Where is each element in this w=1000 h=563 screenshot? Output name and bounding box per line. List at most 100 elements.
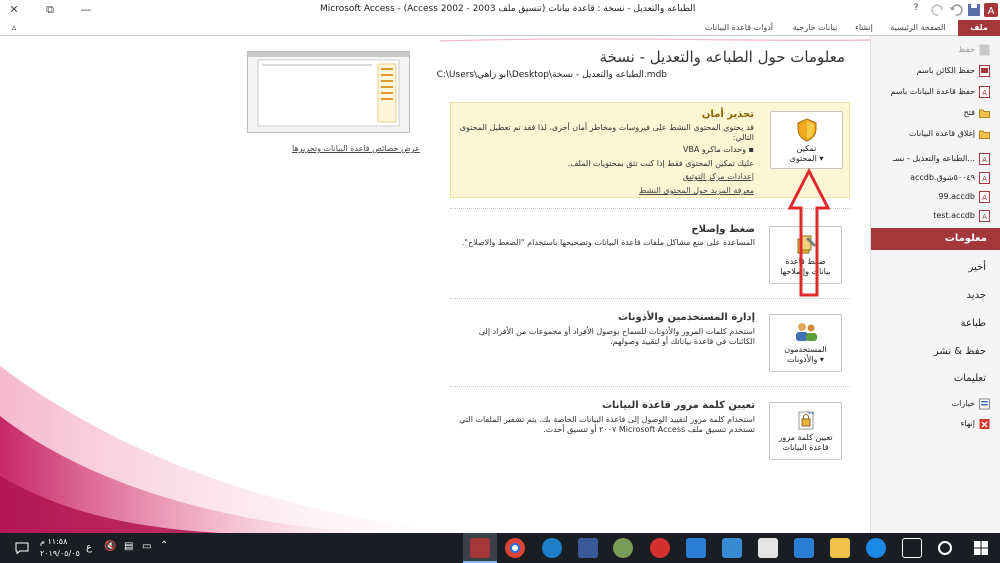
- compact-repair-title: ضغط وإصلاح: [691, 224, 755, 235]
- sidebar-item-options[interactable]: خيارات: [952, 396, 990, 412]
- learn-more-link[interactable]: معرفة المزيد حول المحتوى النشط: [639, 186, 754, 195]
- sidebar-item-open[interactable]: فتح: [964, 105, 990, 121]
- trust-center-link[interactable]: إعدادات مركز التوثيق: [683, 172, 754, 181]
- mail-icon[interactable]: [758, 538, 778, 558]
- sidebar-item-label: test.accdb: [933, 211, 975, 220]
- sidebar-item-info[interactable]: معلومات: [871, 228, 1000, 250]
- sidebar-item-recent[interactable]: أخير: [969, 262, 987, 273]
- security-trust-text: عليك تمكين المحتوى فقط إذا كنت تثق بمحتو…: [567, 159, 754, 168]
- sidebar-recent-2[interactable]: A accdb.٥٠٠٤٩شوق: [910, 170, 990, 186]
- security-warning-desc: قد يحتوي المحتوى النشط على فيروسات ومخاط…: [459, 123, 754, 142]
- chevron-up-icon[interactable]: ⌃: [160, 540, 168, 551]
- close-button[interactable]: ✕: [4, 2, 24, 18]
- enable-content-button[interactable]: تمكين المحتوى ▾: [770, 111, 843, 169]
- password-lock-icon: **: [798, 411, 814, 430]
- sidebar-item-help[interactable]: تعليمات: [954, 373, 986, 384]
- set-password-desc: استخدام كلمة مرور لتقييد الوصول إلى قاعد…: [459, 415, 755, 434]
- view-properties-link[interactable]: عرض خصائص قاعدة البيانات وتحريرها: [292, 144, 420, 153]
- title-bar: ✕ ⧉ — Microsoft Access - (Access 2002 - …: [0, 0, 1000, 20]
- sidebar-item-print[interactable]: طباعة: [961, 318, 986, 329]
- users-permissions-desc: استخدم كلمات المرور والأذونات للسماح بوص…: [478, 327, 755, 346]
- app-icon[interactable]: [722, 538, 742, 558]
- redo-icon[interactable]: [930, 2, 946, 18]
- tab-create[interactable]: إنشاء: [848, 20, 880, 36]
- sidebar-recent-1[interactable]: A الطباعه والتعديل - نسـ...: [893, 151, 990, 167]
- compact-repair-desc: المساعدة على منع مشاكل ملفات قاعدة البيا…: [461, 238, 755, 247]
- enable-content-label-2: المحتوى ▾: [789, 154, 824, 163]
- access-file-icon: A: [979, 172, 990, 184]
- set-password-button[interactable]: ** تعيين كلمة مرور قاعدة البيانات: [769, 402, 842, 460]
- taskbar-language[interactable]: ع: [86, 542, 92, 553]
- save-object-icon: [979, 65, 990, 77]
- sidebar-item-close-db[interactable]: إغلاق قاعدة البيانات: [909, 126, 990, 142]
- page-title: معلومات حول الطباعه والتعديل - نسخة: [599, 48, 845, 66]
- save-icon[interactable]: [966, 2, 982, 18]
- app-icon[interactable]: [686, 538, 706, 558]
- sidebar-item-save[interactable]: حفظ: [958, 42, 990, 58]
- sidebar-recent-3[interactable]: A 99.accdb: [938, 189, 990, 205]
- tab-home[interactable]: الصفحة الرئيسية: [882, 20, 954, 36]
- sidebar-recent-4[interactable]: A test.accdb: [933, 208, 990, 224]
- backstage-sidebar: حفظ حفظ الكائن باسم A حفظ قاعدة البيانات…: [870, 36, 1000, 533]
- notifications-icon[interactable]: [15, 542, 29, 554]
- file-explorer-icon[interactable]: [830, 538, 850, 558]
- close-database-icon: [979, 130, 990, 139]
- section-divider: [450, 298, 850, 299]
- chrome-icon[interactable]: [505, 538, 525, 558]
- tab-database-tools[interactable]: أدوات قاعدة البيانات: [697, 20, 781, 36]
- tab-file[interactable]: ملف: [958, 20, 1000, 36]
- restore-button[interactable]: ⧉: [40, 2, 60, 18]
- edge-icon[interactable]: [866, 538, 886, 558]
- access-app-icon[interactable]: A: [983, 2, 999, 18]
- window-title: Microsoft Access - (Access 2002 - 2003 ا…: [320, 4, 696, 14]
- facebook-icon[interactable]: [578, 538, 598, 558]
- store-icon[interactable]: [794, 538, 814, 558]
- section-divider: [450, 386, 850, 387]
- volume-icon[interactable]: 🔇: [104, 541, 116, 552]
- svg-text:A: A: [988, 6, 995, 17]
- sidebar-item-label: 99.accdb: [938, 192, 975, 201]
- opera-icon[interactable]: [650, 538, 670, 558]
- save-icon: [979, 44, 990, 56]
- exit-icon: [979, 419, 990, 429]
- sidebar-item-label: الطباعه والتعديل - نسـ...: [892, 154, 975, 163]
- security-bullet-text: وحدات ماكرو VBA: [682, 145, 747, 154]
- taskbar-date[interactable]: ٢٠١٩/٠٥/٠٥: [40, 549, 80, 558]
- task-view-icon[interactable]: [902, 538, 922, 558]
- taskbar-time[interactable]: ١١:٥٨ م: [40, 537, 67, 546]
- battery-icon[interactable]: ▭: [142, 541, 151, 552]
- windows-taskbar: ١١:٥٨ م ٢٠١٩/٠٥/٠٥ ع 🔇 ▤ ▭ ⌃: [0, 533, 1000, 563]
- svg-text:A: A: [982, 213, 987, 221]
- sidebar-item-label: حفظ: [958, 45, 975, 54]
- users-permissions-title: إدارة المستخدمين والأذونات: [617, 312, 755, 323]
- shield-warning-icon: [797, 118, 816, 142]
- enable-content-label-1: تمكين: [796, 144, 817, 153]
- app-icon[interactable]: [613, 538, 633, 558]
- access-file-icon: A: [979, 191, 990, 203]
- sidebar-item-save-publish[interactable]: حفظ & نشر: [934, 346, 986, 357]
- tab-external-data[interactable]: بيانات خارجية: [784, 20, 846, 36]
- set-password-title: تعيين كلمة مرور قاعدة البيانات: [601, 400, 755, 411]
- undo-icon[interactable]: [948, 2, 964, 18]
- search-icon[interactable]: [938, 541, 952, 555]
- access-taskbar-icon[interactable]: [470, 538, 490, 558]
- file-path: C:\Users\ابو زاهي\Desktop\الطباعه والتعد…: [436, 70, 667, 80]
- teamviewer-icon[interactable]: [542, 538, 562, 558]
- sidebar-item-new[interactable]: جديد: [967, 290, 986, 301]
- network-icon[interactable]: ▤: [124, 541, 133, 552]
- minimize-ribbon-button[interactable]: ▵: [4, 20, 24, 36]
- security-bullet: ▪ وحدات ماكرو VBA: [682, 145, 754, 154]
- users-permissions-button[interactable]: المستخدمون والأذونات ▾: [769, 314, 842, 372]
- options-icon: [979, 398, 990, 410]
- access-file-icon: A: [979, 210, 990, 222]
- sidebar-item-exit[interactable]: إنهاء: [961, 416, 990, 432]
- windows-start-icon[interactable]: [974, 541, 988, 555]
- help-button[interactable]: ?: [906, 0, 926, 16]
- set-password-panel: ** تعيين كلمة مرور قاعدة البيانات تعيين …: [450, 396, 850, 466]
- users-icon: [795, 323, 817, 341]
- sidebar-item-save-db-as[interactable]: A حفظ قاعدة البيانات باسم: [891, 84, 990, 100]
- sidebar-item-save-object-as[interactable]: حفظ الكائن باسم: [917, 63, 990, 79]
- minimize-button[interactable]: —: [76, 2, 96, 18]
- security-warning-title: تحذير أمان: [701, 109, 754, 120]
- access-file-icon: A: [979, 153, 990, 165]
